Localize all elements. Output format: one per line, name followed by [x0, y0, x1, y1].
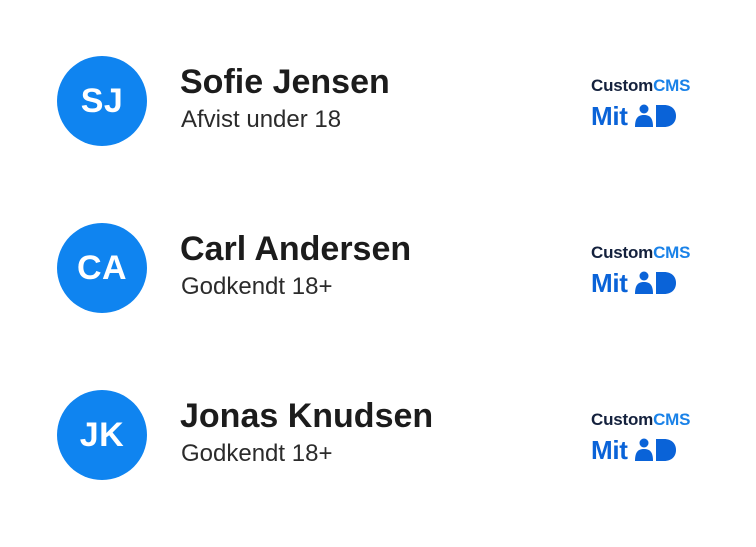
user-status: Godkendt 18+	[181, 440, 333, 467]
brand-cms-text: CMS	[653, 410, 691, 429]
user-row-jonas-knudsen[interactable]: JK Jonas Knudsen Godkendt 18+ CustomCMS …	[0, 390, 756, 482]
avatar: CA	[57, 223, 147, 313]
brand-custom-text: Custom	[591, 76, 654, 95]
customcms-logo: CustomCMS	[591, 410, 690, 430]
mitid-logo-icon	[634, 104, 676, 127]
customcms-logo: CustomCMS	[591, 76, 690, 96]
user-name: Jonas Knudsen	[180, 397, 434, 435]
verification-badge: CustomCMS Mit	[591, 410, 711, 466]
avatar-initials: CA	[76, 249, 128, 287]
user-row-sofie-jensen[interactable]: SJ Sofie Jensen Afvist under 18 CustomCM…	[0, 56, 756, 148]
user-status: Afvist under 18	[181, 106, 342, 133]
user-list: SJ Sofie Jensen Afvist under 18 CustomCM…	[0, 0, 756, 547]
mitid-logo-icon	[634, 271, 676, 294]
avatar: JK	[57, 390, 147, 480]
brand-custom-text: Custom	[591, 410, 654, 429]
verification-badge: CustomCMS Mit	[591, 76, 711, 132]
user-row-carl-andersen[interactable]: CA Carl Andersen Godkendt 18+ CustomCMS …	[0, 223, 756, 315]
brand-custom-text: Custom	[591, 243, 654, 262]
mitid-logo: Mit	[591, 102, 676, 130]
mitid-text: Mit	[591, 435, 628, 465]
mitid-logo: Mit	[591, 269, 676, 297]
customcms-logo: CustomCMS	[591, 243, 690, 263]
avatar-initials: JK	[79, 416, 125, 454]
verification-badge: CustomCMS Mit	[591, 243, 711, 299]
mitid-text: Mit	[591, 101, 628, 131]
avatar-initials: SJ	[80, 82, 124, 120]
brand-cms-text: CMS	[653, 76, 691, 95]
user-name: Carl Andersen	[180, 230, 412, 268]
mitid-logo-icon	[634, 438, 676, 461]
user-name: Sofie Jensen	[180, 63, 390, 101]
mitid-logo: Mit	[591, 436, 676, 464]
user-status: Godkendt 18+	[181, 273, 333, 300]
mitid-text: Mit	[591, 268, 628, 298]
avatar: SJ	[57, 56, 147, 146]
brand-cms-text: CMS	[653, 243, 691, 262]
